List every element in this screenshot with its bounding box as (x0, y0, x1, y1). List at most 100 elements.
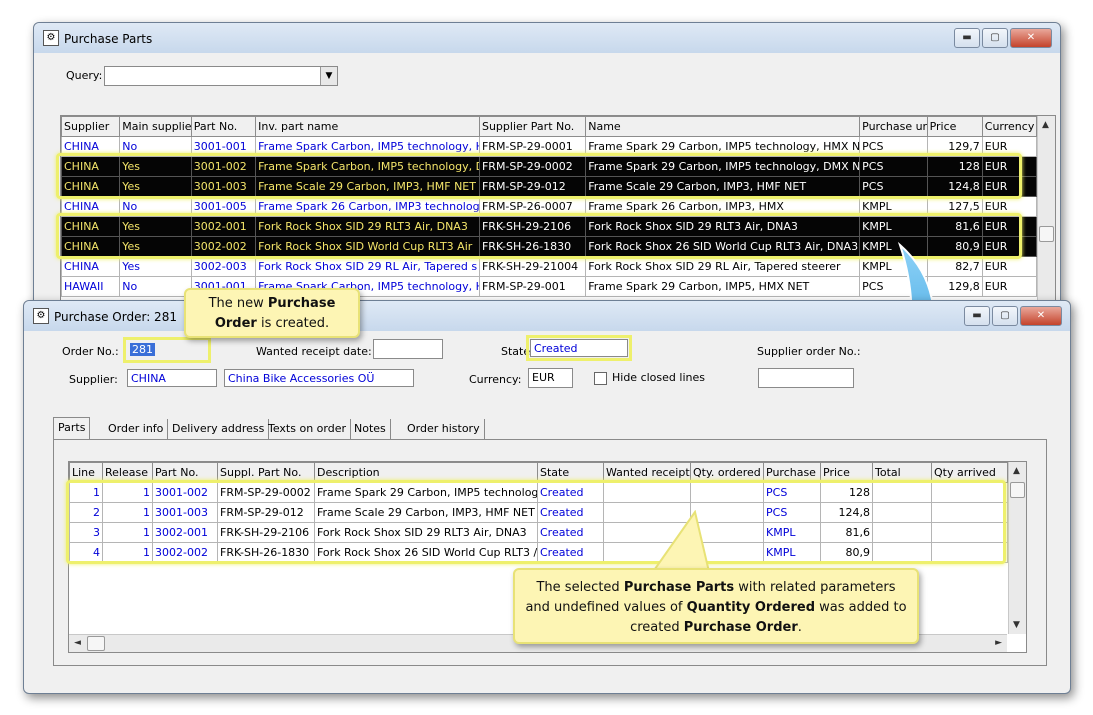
table-cell: Yes (119, 216, 192, 237)
tab-order-history[interactable]: Order history (403, 419, 485, 439)
scroll-thumb[interactable] (1010, 482, 1025, 498)
table-cell: CHINA (61, 176, 121, 197)
table-cell (153, 601, 218, 620)
table-cell: FRK-SH-29-2106 (478, 216, 587, 237)
title-bar: ⚙ Purchase Parts ▬ ▢ ✕ (34, 23, 1060, 53)
column-header[interactable]: Wanted receipt (603, 462, 691, 483)
table-cell: FRM-SP-26-0007 (478, 196, 587, 217)
table-cell (70, 582, 103, 601)
scroll-right-icon[interactable]: ► (995, 638, 1002, 648)
close-button[interactable]: ✕ (1020, 306, 1062, 326)
state-label: State: (501, 345, 534, 358)
table-cell: No (119, 136, 192, 157)
table-cell: 1 (102, 522, 153, 543)
scroll-up-icon[interactable]: ▲ (1042, 120, 1049, 130)
table-row[interactable]: CHINA Yes 3001-003 Frame Scale 29 Carbon, I… (61, 176, 1038, 197)
table-cell: 128 (926, 156, 983, 177)
table-cell: EUR (981, 276, 1038, 297)
table-row[interactable]: 4 1 3002-002 FRK-SH-26-1830 Fork Rock Shox 2… (69, 542, 1008, 563)
column-header[interactable]: Suppl. Part No. (217, 462, 315, 483)
column-header[interactable]: Total (872, 462, 932, 483)
column-header[interactable]: State (537, 462, 604, 483)
table-cell: KMPL (859, 196, 928, 217)
table-cell (218, 563, 315, 583)
scroll-down-icon[interactable]: ▼ (1013, 620, 1020, 630)
column-header[interactable]: Line (69, 462, 103, 483)
table-row[interactable]: 1 1 3001-002 FRM-SP-29-0002 Frame Spark 29 C… (69, 482, 1008, 503)
callout-text: The new (208, 296, 268, 311)
scroll-up-icon[interactable]: ▲ (1013, 466, 1020, 476)
table-cell: 3002-003 (190, 256, 257, 277)
close-button[interactable]: ✕ (1010, 28, 1052, 48)
tab-delivery-address[interactable]: Delivery address (168, 419, 270, 439)
table-row[interactable]: 2 1 3001-003 FRM-SP-29-012 Frame Scale 29 Ca… (69, 502, 1008, 523)
table-cell: Frame Spark 29 Carbon, IMP5 technology, … (585, 156, 861, 177)
maximize-button[interactable]: ▢ (982, 28, 1008, 48)
column-header[interactable]: Qty arrived (931, 462, 1008, 483)
tab-order-info[interactable]: Order info (104, 419, 169, 439)
table-cell: Yes (119, 176, 192, 197)
table-cell: PCS (859, 136, 928, 157)
table-row[interactable]: CHINA Yes 3001-002 Frame Spark Carbon, IMP5… (61, 156, 1038, 177)
column-header[interactable]: Purchase (763, 462, 821, 483)
chevron-down-icon[interactable]: ▼ (320, 67, 337, 85)
table-row[interactable]: 3 1 3002-001 FRK-SH-29-2106 Fork Rock Shox S… (69, 522, 1008, 543)
table-cell: FRM-SP-29-012 (217, 502, 315, 523)
column-header[interactable]: Price (926, 116, 983, 137)
table-cell: Frame Spark Carbon, IMP5 technology, H (255, 136, 480, 157)
table-cell: Fork Rock Shox SID 29 RLT3 Air, DNA3 (255, 216, 480, 237)
table-cell: FRK-SH-26-1830 (478, 236, 587, 257)
table-cell: FRM-SP-29-001 (478, 276, 587, 297)
minimize-button[interactable]: ▬ (954, 28, 980, 48)
table-row[interactable]: CHINA Yes 3002-001 Fork Rock Shox SID 29 RL… (61, 216, 1038, 237)
tab-notes[interactable]: Notes (350, 419, 391, 439)
vertical-scrollbar[interactable]: ▲ ▼ (1008, 462, 1026, 634)
table-cell: 3001-005 (190, 196, 257, 217)
query-dropdown[interactable]: ▼ (104, 66, 338, 86)
table-cell: EUR (981, 156, 1038, 177)
column-header[interactable]: Part No. (190, 116, 257, 137)
currency-field[interactable]: EUR (528, 368, 573, 388)
column-header[interactable]: Inv. part name (255, 116, 480, 137)
column-header[interactable]: Currency (981, 116, 1038, 137)
table-cell: EUR (981, 216, 1038, 237)
order-no-field[interactable]: 281 (123, 337, 211, 363)
scroll-thumb-h[interactable] (87, 636, 105, 651)
table-cell (315, 601, 538, 620)
callout-text: The selected (536, 580, 624, 595)
vertical-scrollbar[interactable]: ▲ (1037, 116, 1055, 314)
scroll-left-icon[interactable]: ◄ (74, 638, 81, 648)
column-header[interactable]: Supplier Part No. (478, 116, 587, 137)
tab-texts-on-order[interactable]: Texts on order (264, 419, 352, 439)
table-cell: 3001-002 (152, 482, 218, 503)
column-header[interactable]: Release (102, 462, 153, 483)
table-cell: 81,6 (926, 216, 983, 237)
column-header[interactable]: Name (585, 116, 861, 137)
scroll-thumb[interactable] (1039, 226, 1054, 242)
column-header[interactable]: Price (820, 462, 873, 483)
minimize-button[interactable]: ▬ (964, 306, 990, 326)
tab-parts[interactable]: Parts (53, 417, 91, 440)
maximize-button[interactable]: ▢ (992, 306, 1018, 326)
callout-bold: Quantity Ordered (686, 600, 815, 615)
table-row[interactable]: CHINA No 3001-001 Frame Spark Carbon, IMP5 … (61, 136, 1038, 157)
table-cell: KMPL (763, 542, 821, 563)
wanted-receipt-field[interactable] (373, 339, 443, 359)
column-header[interactable]: Purchase ur (859, 116, 928, 137)
table-row[interactable]: CHINA No 3001-005 Frame Spark 26 Carbon, IM… (61, 196, 1038, 217)
callout-new-order: The new Purchase Order is created. (184, 288, 360, 338)
callout-text: . (797, 620, 802, 635)
table-cell (103, 582, 153, 601)
column-header[interactable]: Description (314, 462, 538, 483)
column-header[interactable]: Part No. (152, 462, 218, 483)
currency-label: Currency: (469, 373, 522, 386)
supplier-code-field[interactable]: CHINA (127, 369, 217, 387)
table-cell: Yes (119, 236, 192, 257)
hide-closed-checkbox[interactable] (594, 372, 607, 385)
column-header[interactable]: Main supplie (119, 116, 192, 137)
column-header[interactable]: Supplier (61, 116, 121, 137)
callout-bold: Purchase (267, 296, 336, 311)
supplier-order-field[interactable] (758, 368, 854, 388)
column-header[interactable]: Qty. ordered (690, 462, 764, 483)
table-cell (932, 563, 1008, 583)
